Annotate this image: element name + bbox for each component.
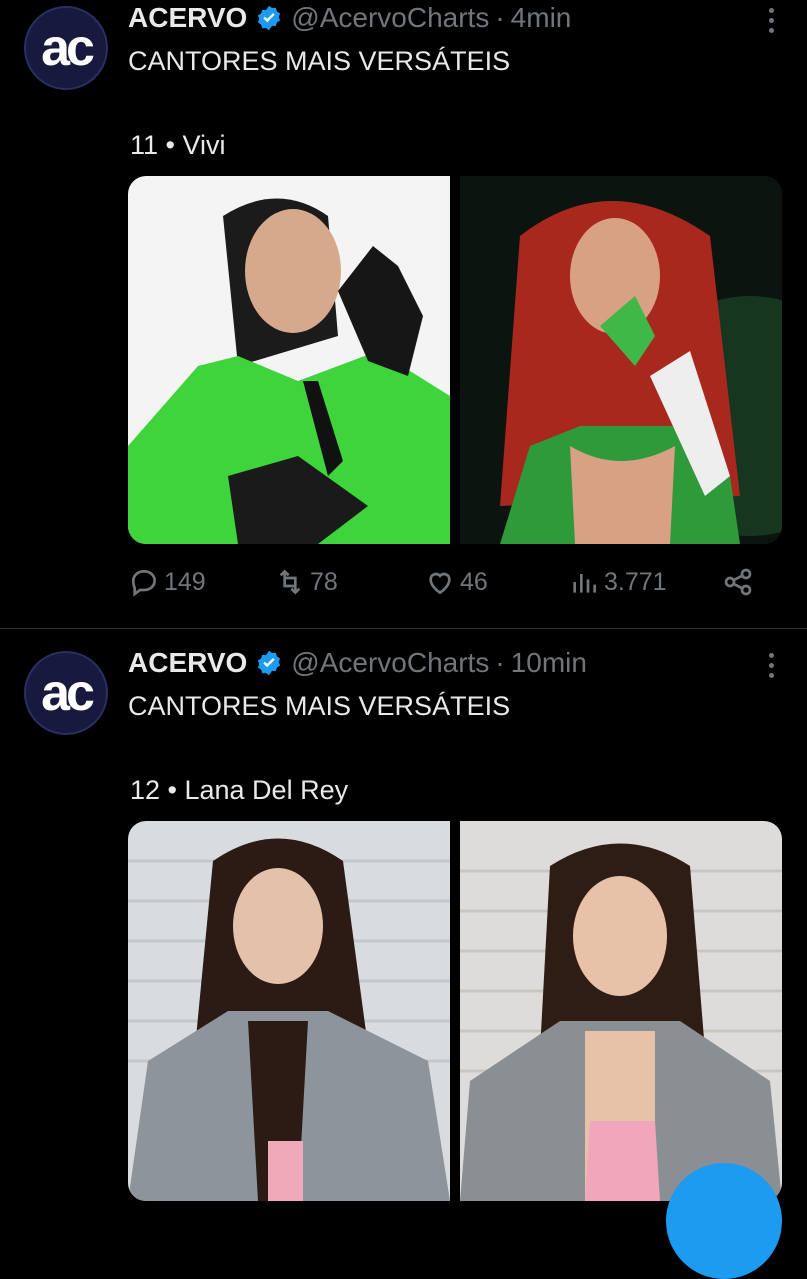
media-grid	[128, 821, 782, 1201]
reply-button[interactable]: 149	[128, 566, 206, 598]
like-count: 46	[460, 567, 488, 596]
photo-1[interactable]	[128, 176, 450, 544]
photo-2[interactable]	[460, 821, 782, 1201]
tweet[interactable]: ac ACERVO @AcervoCharts · 10min CANTORES…	[0, 628, 807, 1201]
retweet-icon	[279, 569, 301, 595]
account-name[interactable]: ACERVO	[128, 2, 247, 34]
tweet-actions: 149 78 46 3.771	[128, 566, 758, 606]
heart-icon	[429, 572, 451, 595]
photo-1[interactable]	[128, 821, 450, 1201]
tweet-text: CANTORES MAIS VERSÁTEIS	[128, 46, 511, 76]
tweet-subtext: 12 • Lana Del Rey	[130, 775, 349, 805]
reply-icon	[131, 569, 157, 597]
views-button[interactable]: 3.771	[568, 566, 667, 598]
media-grid	[128, 176, 782, 544]
compose-button[interactable]	[666, 1163, 782, 1279]
more-icon[interactable]	[769, 653, 775, 678]
tweet-subtext: 11 • Vivi	[130, 130, 226, 160]
avatar[interactable]: ac	[24, 651, 108, 735]
account-handle[interactable]: @AcervoCharts	[291, 647, 489, 679]
separator: ·	[495, 2, 505, 33]
account-handle[interactable]: @AcervoCharts	[291, 2, 489, 34]
timestamp[interactable]: 10min	[511, 647, 587, 679]
tweet-text: CANTORES MAIS VERSÁTEIS	[128, 691, 511, 721]
separator: ·	[495, 647, 505, 678]
share-button[interactable]	[722, 566, 758, 598]
share-icon	[724, 568, 752, 596]
retweet-button[interactable]: 78	[274, 566, 338, 598]
avatar[interactable]: ac	[24, 6, 108, 90]
photo-2[interactable]	[460, 176, 782, 544]
retweet-count: 78	[310, 567, 338, 596]
views-count: 3.771	[604, 567, 667, 596]
like-button[interactable]: 46	[424, 566, 488, 598]
verified-badge-icon	[255, 649, 283, 677]
tweet[interactable]: ac ACERVO @AcervoCharts · 4min CANTORES …	[0, 0, 807, 628]
more-icon[interactable]	[769, 8, 775, 33]
account-name[interactable]: ACERVO	[128, 647, 247, 679]
tweet-header: ACERVO @AcervoCharts · 4min	[128, 2, 571, 34]
timestamp[interactable]: 4min	[511, 2, 572, 34]
verified-badge-icon	[255, 4, 283, 32]
views-icon	[573, 574, 596, 593]
tweet-header: ACERVO @AcervoCharts · 10min	[128, 647, 587, 679]
reply-count: 149	[164, 567, 206, 596]
